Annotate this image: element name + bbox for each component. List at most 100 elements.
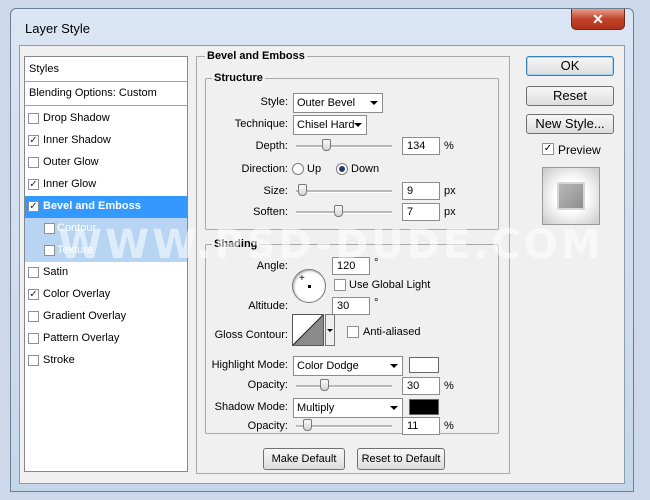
shadow-opacity-field[interactable]: 11 bbox=[402, 417, 440, 435]
chevron-down-icon bbox=[390, 406, 398, 410]
soften-slider-track[interactable] bbox=[296, 211, 392, 214]
style-item-label: Texture bbox=[57, 244, 94, 256]
angle-unit: ° bbox=[374, 257, 379, 269]
styles-list: Styles Blending Options: Custom Drop Sha… bbox=[24, 56, 188, 472]
highlight-opacity-thumb[interactable] bbox=[320, 379, 329, 391]
preview-label: Preview bbox=[558, 143, 601, 157]
highlight-opacity-unit: % bbox=[444, 380, 454, 392]
angle-field[interactable]: 120 bbox=[332, 257, 370, 275]
depth-field[interactable]: 134 bbox=[402, 137, 440, 155]
contour-checkbox[interactable] bbox=[44, 223, 55, 234]
style-item-satin[interactable]: Satin bbox=[25, 262, 187, 284]
depth-slider-thumb[interactable] bbox=[322, 139, 331, 151]
new-style-button[interactable]: New Style... bbox=[526, 114, 614, 134]
style-item-texture[interactable]: Texture bbox=[25, 240, 187, 262]
texture-checkbox[interactable] bbox=[44, 245, 55, 256]
structure-group: Structure Style: Outer Bevel Technique: … bbox=[205, 72, 499, 230]
pattern-overlay-checkbox[interactable] bbox=[28, 333, 39, 344]
highlight-opacity-track[interactable] bbox=[296, 385, 392, 388]
ok-button[interactable]: OK bbox=[526, 56, 614, 76]
window-title: Layer Style bbox=[25, 21, 91, 36]
depth-slider-track[interactable] bbox=[296, 145, 392, 148]
shadow-color-swatch[interactable] bbox=[409, 399, 439, 415]
size-unit: px bbox=[444, 185, 456, 197]
outer-glow-checkbox[interactable] bbox=[28, 157, 39, 168]
size-field[interactable]: 9 bbox=[402, 182, 440, 200]
style-item-contour[interactable]: Contour bbox=[25, 218, 187, 240]
style-label: Style: bbox=[260, 96, 288, 108]
shading-group: Shading Angle: + 120 ° Use Global Light … bbox=[205, 238, 499, 435]
shadow-mode-value: Multiply bbox=[297, 402, 335, 414]
chevron-down-icon bbox=[327, 329, 333, 332]
style-item-pattern-overlay[interactable]: Pattern Overlay bbox=[25, 328, 187, 350]
preview-checkbox[interactable]: ✓ bbox=[542, 143, 554, 155]
style-item-label: Pattern Overlay bbox=[43, 332, 120, 344]
altitude-field[interactable]: 30 bbox=[332, 297, 370, 315]
shadow-opacity-unit: % bbox=[444, 420, 454, 432]
gloss-contour-preview[interactable] bbox=[292, 314, 324, 346]
style-value: Outer Bevel bbox=[297, 97, 356, 109]
global-light-checkbox[interactable] bbox=[334, 279, 346, 291]
size-slider-thumb[interactable] bbox=[298, 184, 307, 196]
shadow-mode-label: Shadow Mode: bbox=[214, 401, 288, 413]
satin-checkbox[interactable] bbox=[28, 267, 39, 278]
style-dropdown[interactable]: Outer Bevel bbox=[293, 93, 383, 113]
make-default-button[interactable]: Make Default bbox=[263, 448, 345, 470]
blending-options-item[interactable]: Blending Options: Custom bbox=[29, 87, 157, 99]
soften-label: Soften: bbox=[253, 206, 288, 218]
style-item-stroke[interactable]: Stroke bbox=[25, 350, 187, 372]
depth-unit: % bbox=[444, 140, 454, 152]
inner-glow-checkbox[interactable]: ✓ bbox=[28, 179, 39, 190]
highlight-color-swatch[interactable] bbox=[409, 357, 439, 373]
soften-unit: px bbox=[444, 206, 456, 218]
gloss-contour-dropdown[interactable] bbox=[325, 314, 335, 346]
highlight-mode-dropdown[interactable]: Color Dodge bbox=[293, 356, 403, 376]
technique-dropdown[interactable]: Chisel Hard bbox=[293, 115, 367, 135]
reset-button[interactable]: Reset bbox=[526, 86, 614, 106]
highlight-opacity-field[interactable]: 30 bbox=[402, 377, 440, 395]
inner-shadow-checkbox[interactable]: ✓ bbox=[28, 135, 39, 146]
direction-down-label: Down bbox=[351, 163, 380, 175]
direction-down-radio[interactable] bbox=[336, 163, 348, 175]
altitude-unit: ° bbox=[374, 297, 379, 309]
style-item-inner-glow[interactable]: ✓ Inner Glow bbox=[25, 174, 187, 196]
soften-slider-thumb[interactable] bbox=[334, 205, 343, 217]
size-slider-track[interactable] bbox=[296, 190, 392, 193]
layer-style-dialog: Layer Style ✕ Styles Blending Options: C… bbox=[10, 8, 634, 492]
style-item-label: Outer Glow bbox=[43, 156, 99, 168]
altitude-label: Altitude: bbox=[248, 300, 288, 312]
drop-shadow-checkbox[interactable] bbox=[28, 113, 39, 124]
direction-up-radio[interactable] bbox=[292, 163, 304, 175]
crosshair-icon: + bbox=[299, 273, 305, 284]
style-item-gradient-overlay[interactable]: Gradient Overlay bbox=[25, 306, 187, 328]
close-icon[interactable]: ✕ bbox=[571, 9, 625, 30]
global-light-label: Use Global Light bbox=[349, 279, 431, 291]
shadow-opacity-label: Opacity: bbox=[247, 420, 288, 432]
style-item-inner-shadow[interactable]: ✓ Inner Shadow bbox=[25, 130, 187, 152]
style-item-label: Stroke bbox=[43, 354, 75, 366]
styles-header[interactable]: Styles bbox=[29, 63, 59, 75]
gradient-overlay-checkbox[interactable] bbox=[28, 311, 39, 322]
reset-to-default-button[interactable]: Reset to Default bbox=[357, 448, 445, 470]
stroke-checkbox[interactable] bbox=[28, 355, 39, 366]
shadow-mode-dropdown[interactable]: Multiply bbox=[293, 398, 403, 418]
direction-label: Direction: bbox=[241, 163, 288, 175]
shadow-opacity-thumb[interactable] bbox=[303, 419, 312, 431]
contour-curve-icon bbox=[293, 315, 323, 345]
style-item-bevel-and-emboss[interactable]: ✓ Bevel and Emboss bbox=[25, 196, 187, 218]
style-item-label: Color Overlay bbox=[43, 288, 111, 300]
highlight-opacity-label: Opacity: bbox=[247, 379, 288, 391]
angle-dial[interactable]: + bbox=[292, 269, 326, 303]
divider bbox=[25, 105, 187, 106]
preview-thumbnail bbox=[542, 167, 600, 225]
soften-field[interactable]: 7 bbox=[402, 203, 440, 221]
anti-aliased-checkbox[interactable] bbox=[347, 326, 359, 338]
style-item-drop-shadow[interactable]: Drop Shadow bbox=[25, 108, 187, 130]
depth-label: Depth: bbox=[255, 140, 288, 152]
bevel-and-emboss-checkbox[interactable]: ✓ bbox=[28, 201, 39, 212]
style-item-label: Inner Glow bbox=[43, 178, 97, 190]
style-item-color-overlay[interactable]: ✓ Color Overlay bbox=[25, 284, 187, 306]
style-item-outer-glow[interactable]: Outer Glow bbox=[25, 152, 187, 174]
color-overlay-checkbox[interactable]: ✓ bbox=[28, 289, 39, 300]
technique-label: Technique: bbox=[234, 118, 288, 130]
